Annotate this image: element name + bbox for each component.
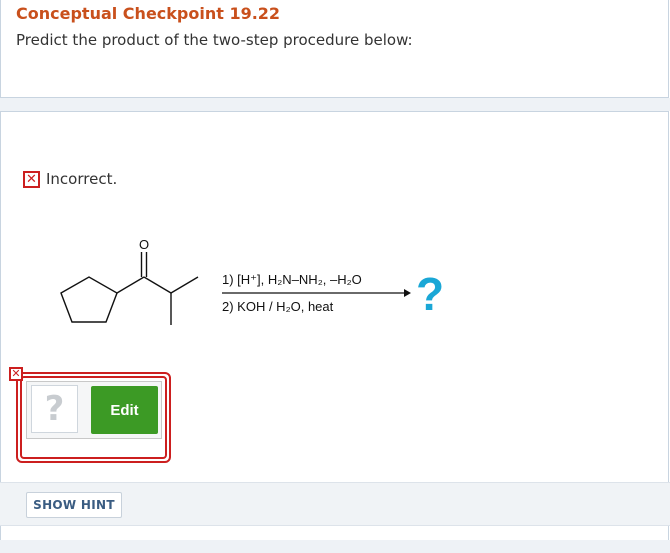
reactant-structure: [60, 252, 199, 325]
bottom-strip: [0, 540, 670, 553]
answer-placeholder-icon: ?: [31, 385, 78, 433]
reagent-step-1: 1) [H⁺], H₂N–NH₂, –H₂O: [222, 272, 362, 287]
reaction-scheme: O 1) [H⁺], H₂N–NH₂, –H₂O 2) KOH / H₂O, h…: [60, 237, 444, 325]
answer-error-icon: ✕: [9, 367, 23, 381]
reaction-arrow-head: [404, 289, 411, 297]
show-hint-button[interactable]: SHOW HINT: [26, 492, 122, 518]
edit-button[interactable]: Edit: [91, 386, 158, 434]
product-question-icon: ?: [416, 268, 444, 320]
reagent-step-2: 2) KOH / H₂O, heat: [222, 299, 334, 314]
oxygen-label: O: [139, 237, 149, 252]
